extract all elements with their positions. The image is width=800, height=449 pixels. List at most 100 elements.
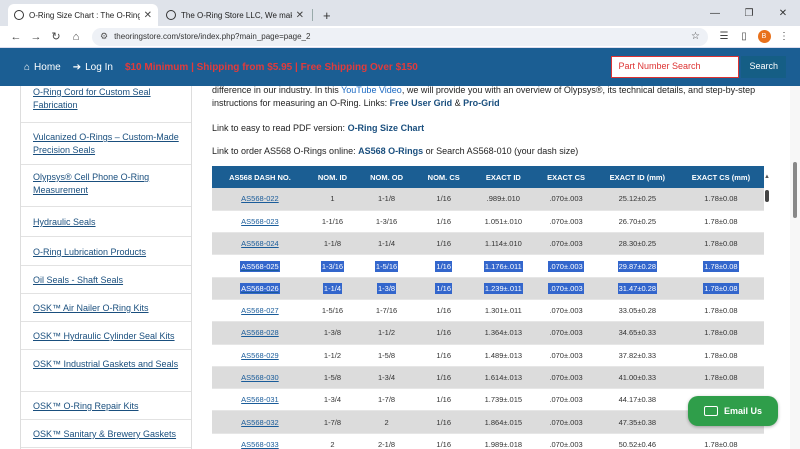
cell-text: 33.05±0.28 bbox=[618, 306, 657, 316]
sidebar-item-hydraulic-seals[interactable]: Hydraulic Seals bbox=[21, 207, 191, 237]
table-cell: 1.78±0.08 bbox=[677, 299, 764, 323]
table-cell: 1-1/2 bbox=[307, 344, 358, 367]
browser-tab-1[interactable]: O-Ring Size Chart : The O-Ring ✕ bbox=[8, 4, 158, 26]
new-tab-icon[interactable]: + bbox=[323, 8, 331, 23]
cell-text: AS568-023 bbox=[241, 216, 279, 226]
table-cell: 33.05±0.28 bbox=[596, 299, 678, 323]
page-scrollbar[interactable] bbox=[790, 86, 800, 449]
table-cell: 1.78±0.08 bbox=[677, 321, 764, 345]
sidebar-item-oring-repair[interactable]: OSK™ O-Ring Repair Kits bbox=[21, 392, 191, 420]
table-cell: 1-7/8 bbox=[357, 388, 417, 412]
cell-text: 1-1/2 bbox=[378, 328, 396, 338]
dash-number-link[interactable]: AS568-024 bbox=[212, 232, 308, 256]
reload-icon[interactable]: ↻ bbox=[46, 30, 66, 43]
table-cell: 1/16 bbox=[416, 321, 472, 345]
house-icon: ⌂ bbox=[24, 61, 31, 73]
close-icon[interactable]: ✕ bbox=[144, 10, 152, 21]
bookmark-star-icon[interactable]: ☆ bbox=[691, 31, 700, 42]
youtube-video-link[interactable]: YouTube Video bbox=[341, 86, 402, 95]
cell-text: 1-5/16 bbox=[374, 260, 399, 272]
cell-text: 1.78±0.08 bbox=[704, 373, 738, 383]
window-close-icon[interactable]: ✕ bbox=[766, 8, 800, 19]
window-controls: — ❐ ✕ bbox=[698, 0, 800, 26]
table-cell: 1-5/16 bbox=[307, 299, 358, 323]
part-number-search-input[interactable]: Part Number Search bbox=[611, 56, 740, 78]
scroll-up-icon[interactable]: ▲ bbox=[764, 174, 770, 180]
order-text-post: or Search AS568-010 (your dash size) bbox=[423, 146, 579, 156]
sidebar-item-air-nailer[interactable]: OSK™ Air Nailer O-Ring Kits bbox=[21, 294, 191, 322]
page-scroll-thumb[interactable] bbox=[793, 162, 797, 218]
cell-text: .070±.003 bbox=[549, 350, 583, 360]
dash-number-link[interactable]: AS568-026 bbox=[212, 277, 308, 300]
sidebar-item-vulcanized-orings[interactable]: Vulcanized O-Rings – Custom-Made Precisi… bbox=[21, 123, 191, 165]
cell-text: 1/16 bbox=[436, 439, 452, 449]
reading-list-icon[interactable]: ☰ bbox=[714, 31, 734, 42]
cell-text: 1.78±0.08 bbox=[704, 216, 738, 226]
cell-text: 1.176±.011 bbox=[483, 260, 523, 272]
dash-number-link[interactable]: AS568-025 bbox=[212, 254, 308, 278]
dash-number-link[interactable]: AS568-032 bbox=[212, 410, 308, 434]
table-cell: 1.989±.018 bbox=[471, 433, 536, 449]
column-header: EXACT CS (mm) bbox=[677, 166, 764, 188]
sidebar-item-olypsys[interactable]: Olypsys® Cell Phone O-Ring Measurement bbox=[21, 165, 191, 207]
cell-text: 1/16 bbox=[436, 306, 452, 316]
dash-number-link[interactable]: AS568-029 bbox=[212, 344, 308, 367]
sidebar-item-lubrication[interactable]: O-Ring Lubrication Products bbox=[21, 237, 191, 266]
dash-number-link[interactable]: AS568-033 bbox=[212, 433, 308, 449]
table-cell: 41.00±0.33 bbox=[596, 366, 678, 390]
menu-icon[interactable]: ⋮ bbox=[774, 31, 794, 42]
forward-icon[interactable]: → bbox=[26, 31, 46, 43]
as568-orings-link[interactable]: AS568 O-Rings bbox=[358, 146, 423, 156]
sidebar-item-sanitary-brewery[interactable]: OSK™ Sanitary & Brewery Gaskets bbox=[21, 420, 191, 448]
dash-number-link[interactable]: AS568-027 bbox=[212, 299, 308, 323]
home-link[interactable]: ⌂ Home bbox=[24, 62, 61, 73]
oring-size-table: AS568 DASH NO. NOM. ID NOM. OD NOM. CS EXACT… bbox=[212, 166, 764, 449]
home-icon[interactable]: ⌂ bbox=[66, 31, 86, 43]
minimize-icon[interactable]: — bbox=[698, 8, 732, 19]
cell-text: .989±.010 bbox=[486, 194, 520, 204]
cell-text: 1.864±.015 bbox=[484, 417, 523, 427]
sidebar-item-oil-seals[interactable]: Oil Seals - Shaft Seals bbox=[21, 266, 191, 294]
table-cell: 1/16 bbox=[416, 344, 472, 367]
dash-number-link[interactable]: AS568-022 bbox=[212, 188, 308, 211]
table-cell: 47.35±0.38 bbox=[596, 410, 678, 434]
table-cell: 1-7/8 bbox=[307, 410, 358, 434]
sidebar-item-industrial-gaskets[interactable]: OSK™ Industrial Gaskets and Seals bbox=[21, 350, 191, 392]
site-info-icon[interactable]: ⚙ bbox=[100, 31, 108, 42]
cell-text: 1-3/16 bbox=[375, 216, 398, 226]
dash-number-link[interactable]: AS568-031 bbox=[212, 388, 308, 412]
dash-number-link[interactable]: AS568-030 bbox=[212, 366, 308, 390]
dash-number-link[interactable]: AS568-023 bbox=[212, 210, 308, 234]
cell-text: AS568-030 bbox=[241, 373, 279, 383]
cell-text: 34.65±0.33 bbox=[618, 328, 657, 338]
close-icon[interactable]: ✕ bbox=[296, 10, 304, 21]
table-scroll-thumb[interactable] bbox=[765, 190, 769, 202]
cell-text: 1-3/8 bbox=[377, 282, 397, 294]
tab-divider bbox=[312, 9, 313, 21]
profile-avatar[interactable]: B bbox=[754, 30, 774, 43]
pro-grid-link[interactable]: Pro-Grid bbox=[463, 98, 500, 108]
browser-tab-2[interactable]: The O-Ring Store LLC, We make ✕ bbox=[160, 4, 310, 26]
login-link[interactable]: ➔ Log In bbox=[73, 62, 113, 73]
table-cell: 31.47±0.28 bbox=[596, 277, 678, 300]
cell-text: AS568-028 bbox=[241, 328, 279, 338]
cell-text: 31.47±0.28 bbox=[617, 282, 658, 294]
search-button[interactable]: Search bbox=[741, 56, 786, 78]
restore-icon[interactable]: ❐ bbox=[732, 8, 766, 19]
sidebar-item-hydraulic-cylinder[interactable]: OSK™ Hydraulic Cylinder Seal Kits bbox=[21, 322, 191, 350]
table-cell: 1-3/16 bbox=[307, 254, 358, 278]
table-cell: 1/16 bbox=[416, 210, 472, 234]
size-chart-pdf-link[interactable]: O-Ring Size Chart bbox=[348, 123, 425, 133]
free-user-grid-link[interactable]: Free User Grid bbox=[390, 98, 453, 108]
dash-number-link[interactable]: AS568-028 bbox=[212, 321, 308, 345]
cell-text: 1-7/16 bbox=[375, 306, 398, 316]
cell-text: .070±.003 bbox=[549, 194, 583, 204]
sidebar-icon[interactable]: ▯ bbox=[734, 31, 754, 42]
cell-text: 1-1/8 bbox=[378, 194, 396, 204]
url-bar[interactable]: ⚙ theoringstore.com/store/index.php?main… bbox=[92, 27, 708, 46]
email-us-button[interactable]: Email Us bbox=[688, 396, 778, 426]
table-cell: 1-1/8 bbox=[357, 188, 417, 211]
back-icon[interactable]: ← bbox=[6, 31, 26, 43]
sidebar-item-oring-cord[interactable]: O-Ring Cord for Custom Seal Fabrication bbox=[21, 86, 191, 123]
cell-text: 1-1/8 bbox=[323, 239, 342, 249]
